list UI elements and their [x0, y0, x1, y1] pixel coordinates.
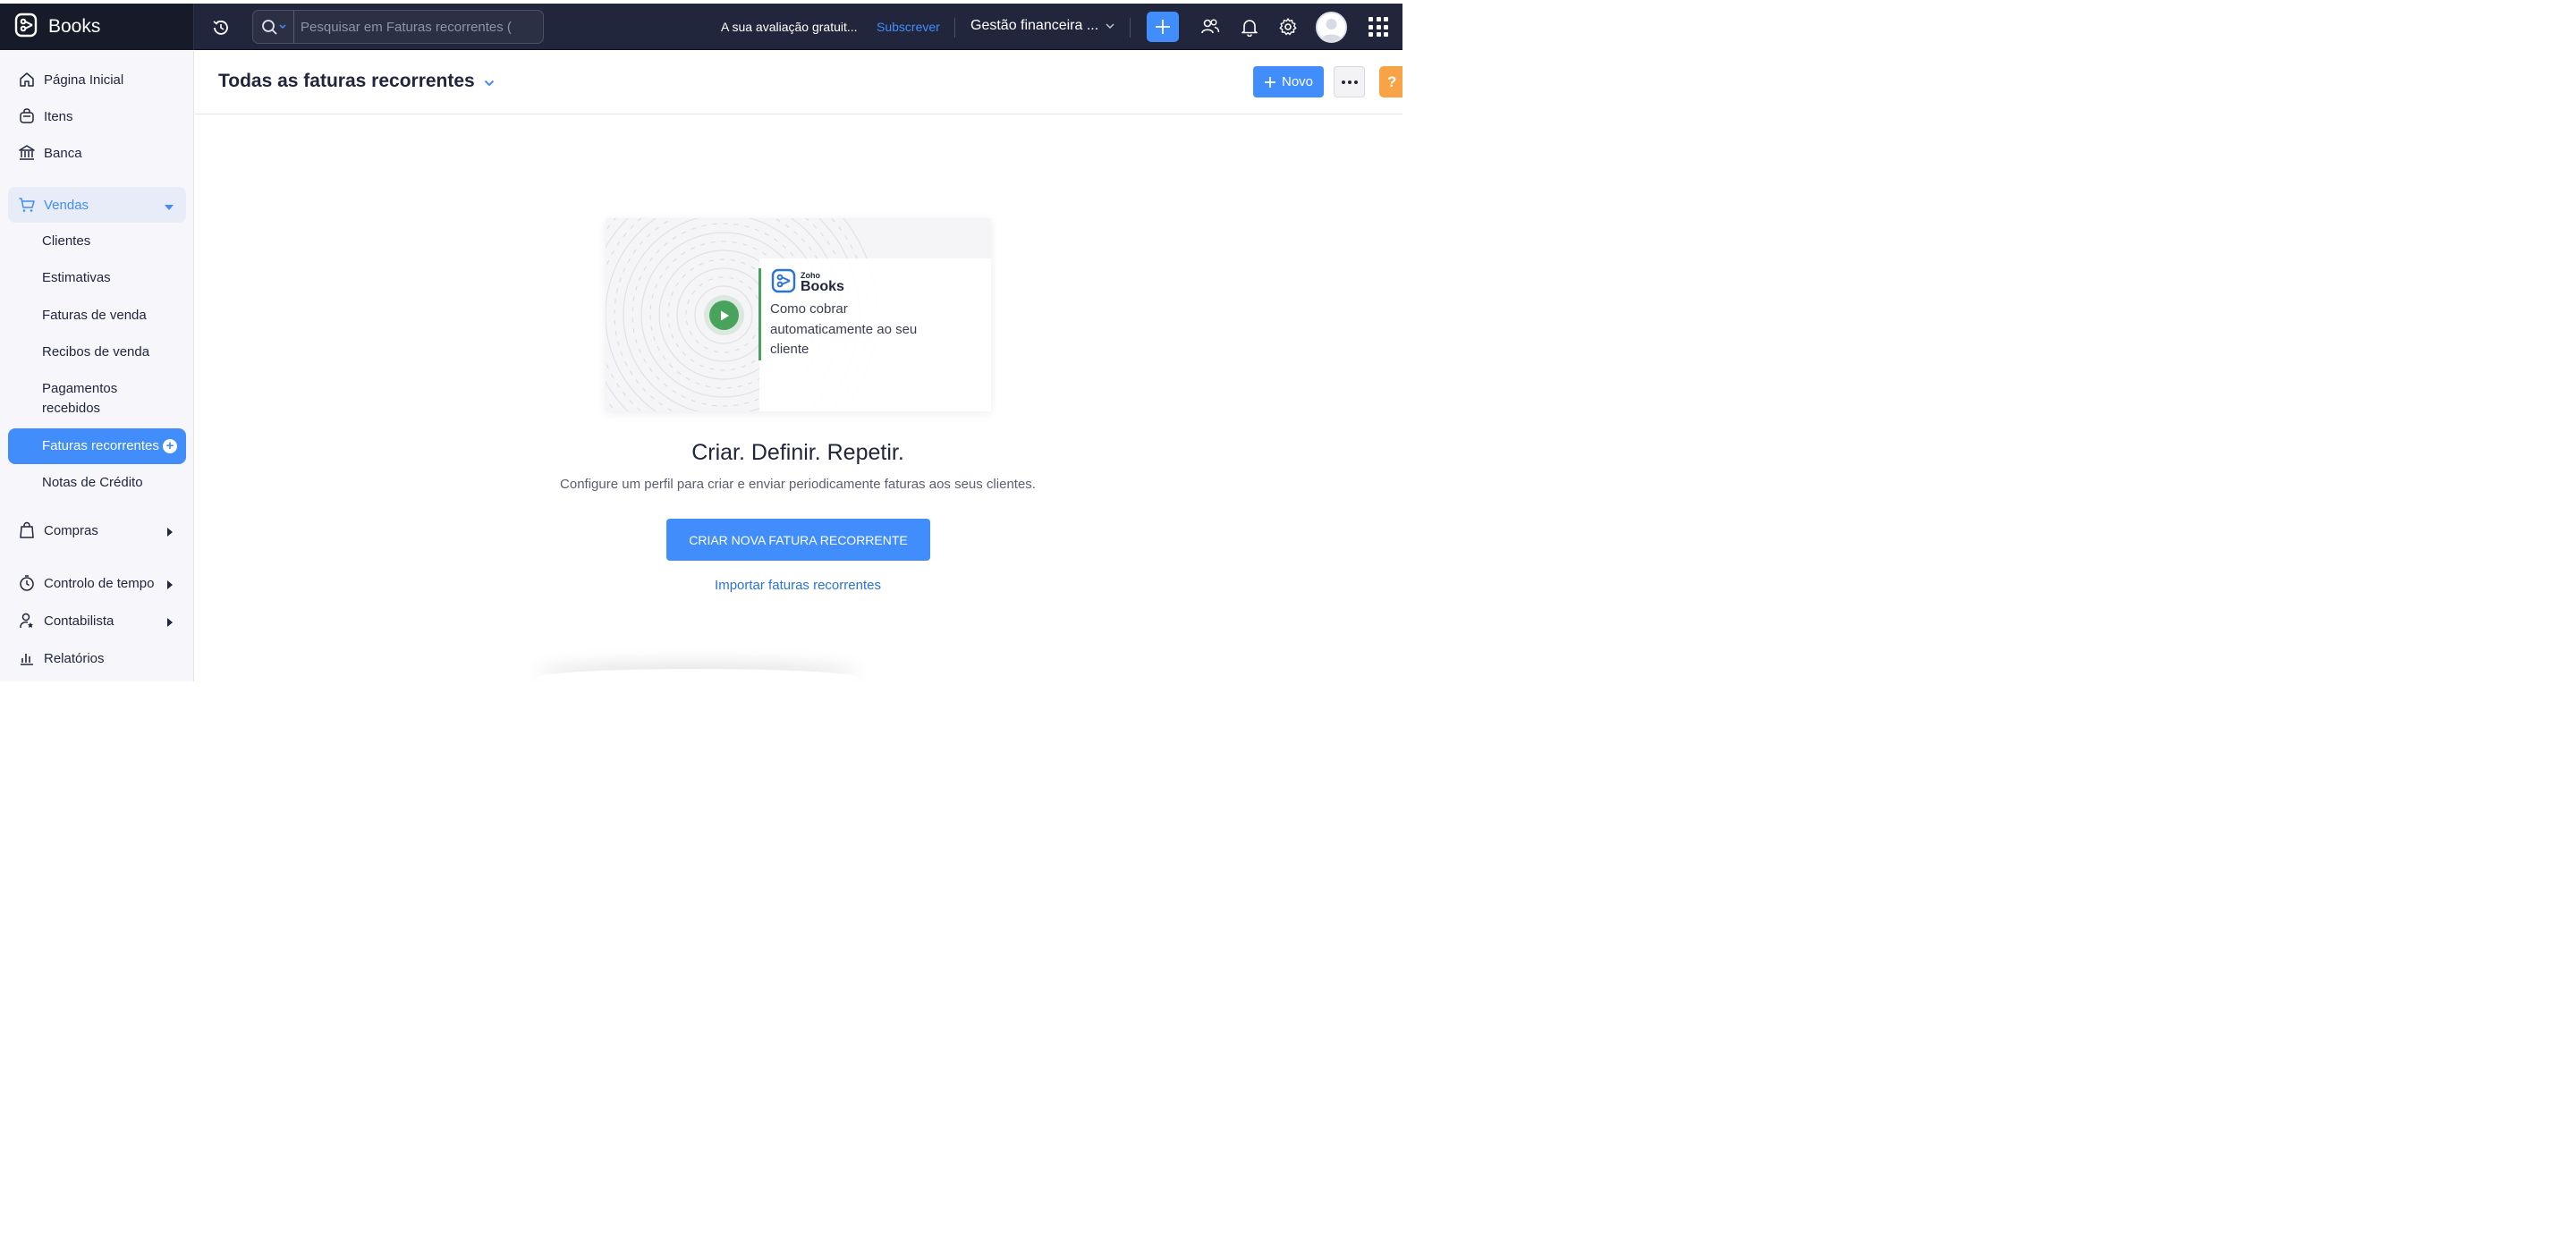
- stopwatch-icon: [17, 573, 37, 593]
- sidebar-item-label: Contabilista: [44, 613, 114, 629]
- sidebar-item-label: Vendas: [44, 197, 89, 213]
- sidebar-item-home[interactable]: Página Inicial: [8, 62, 186, 97]
- search-icon[interactable]: [253, 11, 294, 43]
- bar-chart-icon: [17, 648, 37, 668]
- sidebar-item-reports[interactable]: Relatórios: [8, 640, 186, 676]
- import-recurring-invoices-link[interactable]: Importar faturas recorrentes: [508, 578, 1088, 593]
- sidebar-item-label: Compras: [44, 522, 98, 538]
- organization-name: Gestão financeira ...: [970, 18, 1099, 33]
- quick-create-button[interactable]: [1147, 12, 1179, 42]
- sidebar-item-accountant[interactable]: Contabilista: [8, 603, 186, 639]
- caret-right-icon: [166, 525, 174, 540]
- sidebar-subitem-label: Estimativas: [42, 270, 111, 285]
- sidebar-subitem-customers[interactable]: Clientes: [8, 232, 186, 251]
- plus-icon: [1156, 20, 1170, 34]
- import-link-label[interactable]: Importar faturas recorrentes: [715, 578, 881, 593]
- sidebar-subitem-payments-received[interactable]: Pagamentos recebidos: [8, 379, 151, 419]
- sidebar-item-label: Relatórios: [44, 650, 105, 666]
- sidebar-item-banking[interactable]: Banca: [8, 135, 186, 171]
- sidebar-subitem-estimates[interactable]: Estimativas: [8, 268, 186, 288]
- sidebar-subitem-sales-receipts[interactable]: Recibos de venda: [8, 343, 186, 362]
- sidebar: Página Inicial Itens Banca Vendas Client…: [0, 51, 194, 681]
- shopping-bag-icon: [17, 520, 37, 540]
- search-bar: [252, 10, 544, 44]
- chevron-down-icon: [484, 71, 495, 92]
- app-name: Books: [48, 16, 101, 37]
- plus-icon: [1264, 76, 1275, 88]
- sidebar-subitem-label: Recibos de venda: [42, 344, 150, 360]
- sidebar-subitem-label: Faturas de venda: [42, 308, 147, 323]
- bank-icon: [17, 143, 37, 163]
- help-button[interactable]: ?: [1379, 66, 1402, 97]
- trial-status-text: A sua avaliação gratuit...: [721, 20, 858, 34]
- avatar[interactable]: [1316, 12, 1347, 43]
- add-recurring-invoice-icon[interactable]: +: [163, 439, 177, 453]
- chevron-down-icon: [1106, 18, 1114, 34]
- home-icon: [17, 70, 37, 89]
- video-caption: Como cobrar automaticamente ao seu clien…: [770, 301, 918, 357]
- items-bag-icon: [17, 106, 37, 126]
- caret-right-icon: [166, 578, 174, 593]
- accountant-icon: [17, 611, 37, 630]
- app-window: Books A sua avaliação gratuit... Subscre…: [0, 0, 1402, 681]
- sidebar-item-label: Itens: [44, 108, 73, 124]
- sidebar-subitem-label: Clientes: [42, 233, 91, 249]
- caret-right-icon: [166, 615, 174, 630]
- empty-state-title: Criar. Definir. Repetir.: [691, 440, 904, 465]
- more-options-icon[interactable]: [1334, 66, 1365, 97]
- top-bar: Books A sua avaliação gratuit... Subscre…: [0, 4, 1402, 50]
- subscribe-link[interactable]: Subscrever: [877, 20, 940, 34]
- sidebar-item-label: Controlo de tempo: [44, 575, 155, 591]
- notification-bell-icon[interactable]: [1239, 16, 1260, 38]
- gear-icon[interactable]: [1277, 16, 1299, 38]
- books-logo-icon: [14, 13, 39, 42]
- sidebar-subitem-recurring-invoices[interactable]: Faturas recorrentes +: [8, 428, 186, 464]
- sidebar-item-purchases[interactable]: Compras: [8, 512, 186, 548]
- floating-panel-shadow: [537, 669, 859, 681]
- cart-icon: [17, 195, 37, 215]
- search-input[interactable]: [294, 19, 527, 35]
- empty-state-description: Configure um perfil para criar e enviar …: [560, 477, 1036, 492]
- content-header: Todas as faturas recorrentes Novo ?: [195, 51, 1402, 114]
- zoho-books-logo: Zoho Books: [771, 268, 844, 298]
- create-button-label: CRIAR NOVA FATURA RECORRENTE: [689, 532, 908, 547]
- sidebar-subitem-label: Faturas recorrentes: [42, 438, 159, 453]
- sidebar-item-label: Página Inicial: [44, 72, 124, 88]
- users-icon[interactable]: [1199, 16, 1221, 38]
- organization-switcher[interactable]: Gestão financeira ...: [970, 18, 1114, 34]
- divider: [758, 268, 761, 360]
- books-logo-icon: [771, 268, 798, 298]
- app-launcher-grid-icon[interactable]: [1368, 17, 1388, 37]
- recent-history-icon[interactable]: [209, 16, 233, 39]
- page-title: Todas as faturas recorrentes: [218, 71, 475, 91]
- create-recurring-invoice-button[interactable]: CRIAR NOVA FATURA RECORRENTE: [666, 519, 930, 561]
- brand-big-text: Books: [801, 279, 844, 294]
- divider: [954, 18, 955, 38]
- view-selector[interactable]: Todas as faturas recorrentes: [218, 71, 495, 92]
- new-button[interactable]: Novo: [1253, 66, 1324, 97]
- sidebar-item-label: Banca: [44, 145, 82, 161]
- brand-text: Zoho Books: [801, 272, 844, 294]
- sidebar-subitem-invoices[interactable]: Faturas de venda: [8, 306, 186, 326]
- new-button-label: Novo: [1281, 74, 1314, 89]
- sidebar-subitem-label: Pagamentos recebidos: [42, 381, 118, 416]
- brand[interactable]: Books: [0, 4, 194, 50]
- sidebar-subitem-label: Notas de Crédito: [42, 475, 143, 490]
- sidebar-item-items[interactable]: Itens: [8, 98, 186, 134]
- play-icon[interactable]: [709, 300, 739, 330]
- divider: [1130, 18, 1131, 38]
- help-label: ?: [1387, 72, 1397, 90]
- sidebar-item-time-tracking[interactable]: Controlo de tempo: [8, 565, 186, 601]
- caret-down-icon: [165, 199, 174, 215]
- sidebar-item-sales[interactable]: Vendas: [8, 187, 186, 223]
- sidebar-subitem-credit-notes[interactable]: Notas de Crédito: [8, 473, 186, 493]
